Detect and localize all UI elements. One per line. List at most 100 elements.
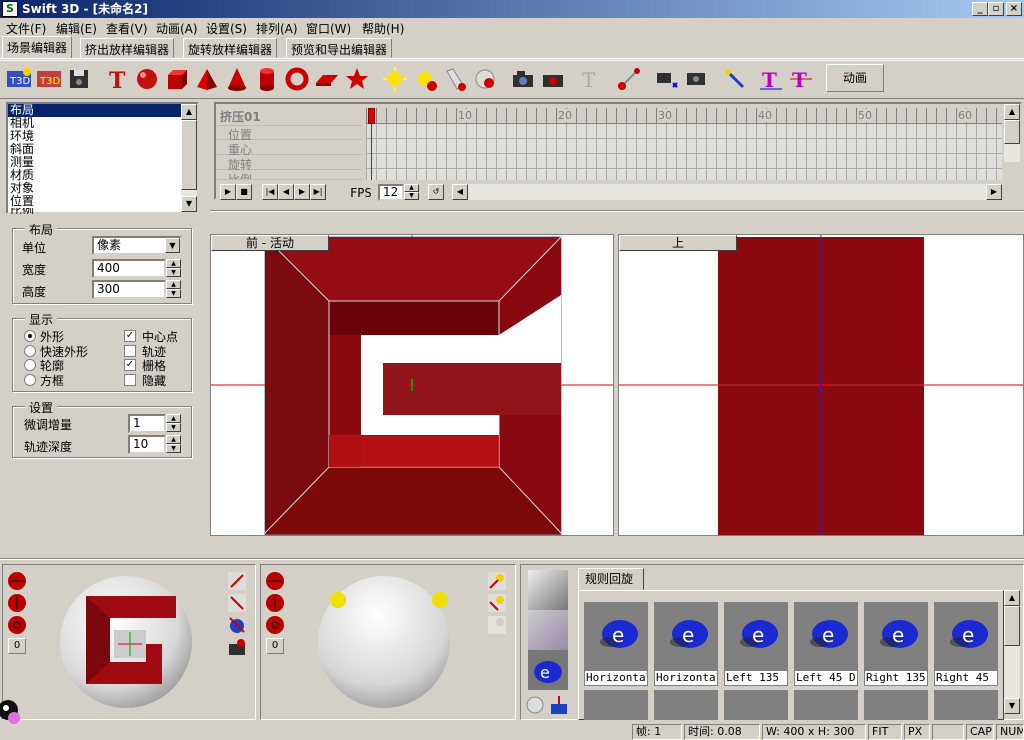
checkbox-hide[interactable] (124, 374, 136, 386)
last-frame-icon[interactable]: ▶| (310, 184, 326, 200)
reset-view-icon[interactable] (226, 636, 248, 658)
thumbnail-row-2[interactable] (584, 690, 998, 720)
t3d-import-icon[interactable]: T3D (4, 64, 34, 94)
prev-frame-icon[interactable]: ◀ (278, 184, 294, 200)
spotlight-target-icon[interactable] (470, 64, 500, 94)
minimize-button[interactable]: _ (972, 2, 988, 16)
cone-tool-icon[interactable] (222, 64, 252, 94)
t3d-export-icon[interactable]: T3D (34, 64, 64, 94)
light-rotate-y-icon[interactable] (264, 592, 286, 614)
next-frame-icon[interactable]: ▶ (294, 184, 310, 200)
animation-thumbnail[interactable]: e Left 45 D (794, 602, 858, 686)
list-item[interactable]: 对象 (8, 182, 197, 195)
cylinder-tool-icon[interactable] (252, 64, 282, 94)
move-light-icon[interactable] (226, 570, 248, 592)
trackball-mode-icon[interactable] (226, 614, 248, 636)
gallery-apply-icon[interactable] (548, 694, 570, 716)
track-row-pivot[interactable]: 重心 (216, 141, 362, 157)
text-bevel-icon[interactable]: T (786, 64, 816, 94)
fps-field[interactable]: 12 (378, 184, 404, 201)
front-viewport[interactable]: 前 - 活动 (210, 234, 614, 536)
text-style-icon[interactable]: T (756, 64, 786, 94)
light-remove-icon[interactable] (410, 64, 440, 94)
list-scrollbar[interactable]: ▲ ▼ (181, 104, 197, 212)
close-button[interactable]: × (1006, 2, 1022, 16)
menu-help[interactable]: 帮助(H) (362, 20, 404, 37)
nudge-field[interactable]: 1 (128, 414, 166, 433)
width-stepper[interactable]: ▲ ▼ (166, 259, 181, 278)
animation-thumbnail[interactable]: e Right 45 (934, 602, 998, 686)
lighting-trackball[interactable] (316, 574, 452, 710)
list-item[interactable]: 相机 (8, 117, 197, 130)
radio-shaded[interactable] (24, 330, 36, 342)
reset-light-button[interactable]: 0 (266, 638, 284, 654)
checkbox-trail[interactable] (124, 345, 136, 357)
lock-axis-icon[interactable] (226, 592, 248, 614)
radio-box[interactable] (24, 374, 36, 386)
scroll-right-icon[interactable]: ▶ (986, 184, 1002, 200)
property-list[interactable]: 布局 相机 环境 斜面 测量 材质 对象 位置 比例 ▲ ▼ (6, 102, 199, 214)
light-disabled-icon[interactable] (486, 614, 508, 636)
scroll-thumb[interactable] (1004, 120, 1020, 144)
fps-stepper[interactable]: ▲ ▼ (404, 184, 419, 201)
height-stepper[interactable]: ▲ ▼ (166, 280, 181, 299)
checkbox-grid[interactable]: ✓ (124, 359, 136, 371)
animation-thumbnail[interactable]: e Horizontal (584, 602, 648, 686)
gallery-filter-icon[interactable] (524, 694, 546, 716)
tab-preview-export-editor[interactable]: 预览和导出编辑器 (286, 38, 393, 58)
camera-icon[interactable] (508, 64, 538, 94)
scroll-up-icon[interactable]: ▲ (1004, 590, 1020, 606)
list-item[interactable]: 环境 (8, 130, 197, 143)
rotate-z-icon[interactable] (6, 614, 28, 636)
radio-quick-shaded[interactable] (24, 345, 36, 357)
pyramid-tool-icon[interactable] (192, 64, 222, 94)
object-trackball[interactable] (58, 574, 194, 710)
radio-outline[interactable] (24, 359, 36, 371)
camera-target-icon[interactable] (538, 64, 568, 94)
assistant-mascot-icon[interactable] (0, 688, 26, 728)
menu-arrange[interactable]: 排列(A) (256, 20, 298, 37)
tab-scene-editor[interactable]: 场景编辑器 (2, 36, 73, 58)
top-viewport[interactable]: 上 (618, 234, 1024, 536)
reset-rotation-button[interactable]: 0 (8, 638, 26, 654)
torus-tool-icon[interactable] (282, 64, 312, 94)
timeline-vscroll[interactable]: ▲ (1004, 104, 1020, 162)
loop-icon[interactable]: ↺ (428, 184, 444, 200)
list-item[interactable]: 斜面 (8, 143, 197, 156)
animation-thumbnail[interactable]: e Horizontal (654, 602, 718, 686)
timeline-hscroll[interactable]: ◀ ▶ (452, 184, 1002, 200)
scroll-up-icon[interactable]: ▲ (181, 104, 197, 120)
track-row-rotation[interactable]: 旋转 (216, 156, 362, 172)
rotate-x-icon[interactable] (6, 570, 28, 592)
magic-wand-icon[interactable] (720, 64, 750, 94)
lights-gallery-icon[interactable] (528, 610, 568, 650)
scroll-thumb[interactable] (181, 120, 197, 190)
tab-regular-spin[interactable]: 规则回旋 (578, 568, 644, 590)
stop-icon[interactable]: ■ (236, 184, 252, 200)
animation-thumbnail[interactable]: e Left 135 (724, 602, 788, 686)
checkbox-center-point[interactable]: ✓ (124, 330, 136, 342)
track-name[interactable]: 挤压01 (216, 104, 362, 126)
scroll-up-icon[interactable]: ▲ (1004, 104, 1020, 120)
width-field[interactable]: 400 (92, 259, 166, 278)
title-bar[interactable]: S Swift 3D - [未命名2] _ ▫ × (0, 0, 1024, 18)
restore-button[interactable]: ▫ (988, 2, 1004, 16)
scroll-left-icon[interactable]: ◀ (452, 184, 468, 200)
cube-tool-icon[interactable] (162, 64, 192, 94)
tab-extrude-editor[interactable]: 挤出放样编辑器 (80, 38, 175, 58)
height-field[interactable]: 300 (92, 280, 166, 299)
playhead[interactable] (368, 108, 375, 124)
tab-lathe-editor[interactable]: 旋转放样编辑器 (183, 38, 278, 58)
front-viewport-label[interactable]: 前 - 活动 (211, 235, 329, 251)
sphere-tool-icon[interactable] (132, 64, 162, 94)
text-tool-icon[interactable]: T (102, 64, 132, 94)
light-rotate-z-icon[interactable] (264, 614, 286, 636)
menu-window[interactable]: 窗口(W) (306, 20, 351, 37)
light-rotate-x-icon[interactable] (264, 570, 286, 592)
scroll-down-icon[interactable]: ▼ (181, 196, 197, 212)
link-icon[interactable] (614, 64, 644, 94)
app-icon[interactable]: S (2, 1, 18, 17)
move-camera-icon[interactable] (652, 64, 682, 94)
text-texture-icon[interactable]: T (576, 64, 606, 94)
list-item[interactable]: 位置 (8, 195, 197, 208)
